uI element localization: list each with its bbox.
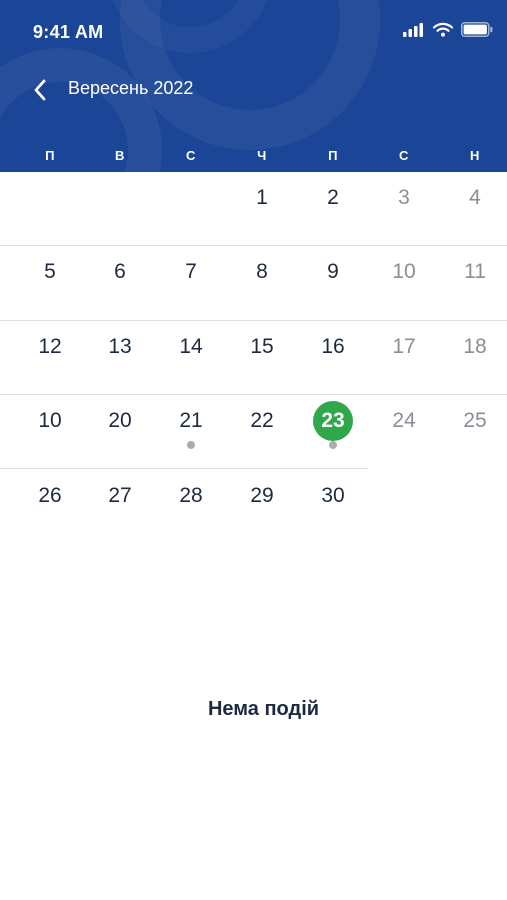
calendar-day[interactable]: 22 [234,399,290,443]
calendar-day[interactable]: 10 [22,399,78,443]
calendar-day[interactable]: 29 [234,474,290,518]
calendar-day[interactable]: 30 [305,474,361,518]
week-row-divider [0,320,507,321]
month-title: Вересень 2022 [68,78,194,98]
calendar-day[interactable]: 5 [22,250,78,294]
calendar-day[interactable]: 16 [305,325,361,369]
calendar-day[interactable]: 15 [234,325,290,369]
calendar-day[interactable]: 10 [376,250,432,294]
calendar-header: 9:41 AM Вересень 2022 П В С Ч П С Н [0,0,507,172]
event-indicator-dot [187,441,195,449]
calendar-day[interactable]: 26 [22,474,78,518]
status-bar-icons [395,22,493,42]
calendar-day[interactable]: 3 [376,176,432,220]
calendar-day[interactable]: 12 [22,325,78,369]
weekday-label: П [45,148,55,163]
week-row-divider [0,468,368,469]
calendar-grid: 1 2 3 4 5 6 7 8 9 10 11 12 13 14 15 16 17 18 10 20 21 22 23 24 2… [0,172,507,532]
calendar-day[interactable]: 13 [92,325,148,369]
week-row-divider [0,394,507,395]
back-button[interactable] [22,72,58,108]
calendar-day[interactable]: 9 [305,250,361,294]
calendar-day[interactable]: 20 [92,399,148,443]
calendar-screen: 9:41 AM Вересень 2022 П В С Ч П С Н 1 2 … [0,0,507,900]
weekday-header-row: ПВСЧПСН [14,148,507,168]
calendar-day[interactable]: 25 [447,399,503,443]
weekday-label: В [115,148,125,163]
weekday-label: Н [470,148,480,163]
calendar-day[interactable]: 7 [163,250,219,294]
calendar-day[interactable]: 6 [92,250,148,294]
signal-icon [403,22,425,42]
wifi-icon [432,22,454,42]
battery-icon [461,22,493,42]
calendar-day[interactable]: 14 [163,325,219,369]
calendar-day-selected[interactable]: 23 [313,401,353,441]
calendar-day[interactable]: 24 [376,399,432,443]
weekday-label: С [399,148,409,163]
calendar-day[interactable]: 27 [92,474,148,518]
weekday-label: П [328,148,338,163]
status-bar-time: 9:41 AM [33,22,104,42]
weekday-label: С [186,148,196,163]
calendar-day[interactable]: 17 [376,325,432,369]
chevron-left-icon [34,79,46,101]
calendar-day[interactable]: 2 [305,176,361,220]
calendar-day[interactable]: 8 [234,250,290,294]
calendar-day[interactable]: 1 [234,176,290,220]
calendar-day[interactable]: 4 [447,176,503,220]
empty-events-message: Нема подій [207,698,320,720]
calendar-day[interactable]: 18 [447,325,503,369]
weekday-label: Ч [257,148,267,163]
event-indicator-dot [329,441,337,449]
calendar-day[interactable]: 21 [163,399,219,443]
week-row-divider [0,245,507,246]
calendar-day[interactable]: 28 [163,474,219,518]
calendar-day[interactable]: 11 [447,250,503,294]
